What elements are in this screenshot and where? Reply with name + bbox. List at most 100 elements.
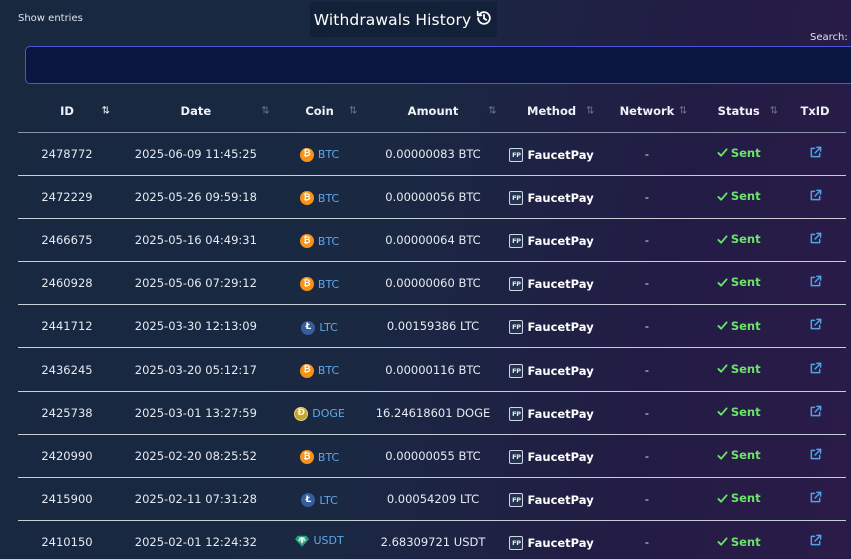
sort-icon[interactable]: ⇅ (770, 105, 779, 116)
cell-status: Sent (693, 218, 785, 263)
cell-network: - (600, 304, 694, 349)
coin-label: BTC (317, 148, 340, 162)
cell-date: 2025-02-01 12:24:32 (115, 520, 276, 559)
cell-txid (784, 261, 846, 306)
external-link-icon[interactable] (809, 534, 822, 550)
status-label: Sent (730, 318, 761, 333)
column-header-label: Coin (305, 103, 334, 118)
cell-method: FP FaucetPay (502, 261, 601, 306)
litecoin-icon: Ł (301, 493, 316, 508)
coin-label: LTC (319, 493, 338, 507)
coin-link[interactable]: ₿ BTC (299, 363, 339, 378)
table-row: 2472229 2025-05-26 09:59:18 ₿ BTC 0.00000056… (18, 175, 846, 219)
coin-link[interactable]: Ð DOGE (294, 406, 345, 421)
coin-label: LTC (319, 321, 338, 335)
cell-coin: ₿ BTC (275, 347, 364, 392)
external-link-icon[interactable] (809, 318, 822, 334)
table-row: 2460928 2025-05-06 07:29:12 ₿ BTC 0.00000060… (18, 261, 846, 306)
table-row: 2478772 2025-06-09 11:45:25 ₿ BTC 0.00000083… (18, 132, 846, 176)
external-link-icon[interactable] (809, 448, 822, 464)
column-header-network[interactable]: Network ⇅ (600, 90, 694, 133)
coin-link[interactable]: ₿ BTC (299, 234, 339, 249)
external-link-icon[interactable] (809, 232, 822, 248)
coin-link[interactable]: ₿ BTC (299, 191, 339, 206)
cell-amount: 0.00000055 BTC (363, 434, 503, 479)
coin-link[interactable]: Ł LTC (301, 320, 338, 335)
sort-desc-icon[interactable]: ⇅ (102, 105, 111, 116)
sort-icon[interactable]: ⇅ (261, 105, 270, 116)
cell-date: 2025-03-20 05:12:17 (115, 347, 276, 392)
cell-txid (784, 304, 846, 349)
coin-link[interactable]: ₿ BTC (299, 277, 340, 292)
cell-date: 2025-06-09 11:45:25 (115, 132, 276, 176)
sort-icon[interactable]: ⇅ (488, 105, 497, 116)
column-header-id[interactable]: ID ⇅ (18, 90, 116, 133)
method-label: FaucetPay (527, 320, 594, 335)
table-header-row: ID ⇅ Date ⇅ Coin ⇅ Amount ⇅ Method ⇅ Network ⇅… (18, 90, 846, 133)
bitcoin-icon: ₿ (299, 363, 314, 378)
cell-method: FP FaucetPay (502, 347, 601, 392)
cell-id: 2410150 (18, 520, 116, 559)
column-header-status[interactable]: Status ⇅ (693, 90, 785, 133)
external-link-icon[interactable] (809, 146, 822, 162)
column-header-label: Network (619, 103, 675, 118)
bitcoin-icon: ₿ (299, 450, 314, 465)
external-link-icon[interactable] (809, 405, 822, 421)
check-icon (717, 278, 728, 287)
column-header-coin[interactable]: Coin ⇅ (275, 90, 364, 133)
sort-icon[interactable]: ⇅ (586, 105, 595, 116)
status-badge: Sent (717, 146, 761, 160)
cell-method: FP FaucetPay (502, 304, 601, 349)
method-label: FaucetPay (527, 449, 594, 464)
method-label: FaucetPay (527, 493, 594, 508)
cell-date: 2025-05-06 07:29:12 (115, 261, 276, 306)
check-icon (717, 235, 728, 244)
faucetpay-icon: FP (509, 233, 524, 248)
status-badge: Sent (717, 448, 761, 462)
cell-coin: Ð DOGE (275, 391, 364, 435)
cell-status: Sent (693, 477, 785, 522)
method-label: FaucetPay (527, 147, 594, 162)
sort-icon[interactable]: ⇅ (679, 105, 688, 116)
column-header-date[interactable]: Date ⇅ (115, 90, 276, 133)
cell-coin: ₿ BTC (275, 218, 364, 263)
table-row: 2410150 2025-02-01 12:24:32 USDT 2.68309721… (18, 520, 846, 559)
cell-method: FP FaucetPay (502, 520, 601, 559)
cell-status: Sent (693, 434, 785, 479)
search-input[interactable] (25, 46, 851, 84)
status-label: Sent (730, 448, 761, 463)
external-link-icon[interactable] (809, 362, 822, 378)
cell-method: FP FaucetPay (502, 132, 601, 176)
column-header-amount[interactable]: Amount ⇅ (363, 90, 503, 133)
column-header-label: Status (717, 103, 760, 118)
coin-link[interactable]: ₿ BTC (299, 450, 339, 465)
cell-txid (784, 434, 846, 479)
faucetpay-icon: FP (509, 449, 524, 464)
column-header-txid[interactable]: TxID (784, 90, 846, 133)
cell-network: - (600, 218, 694, 263)
coin-link[interactable]: ₿ BTC (299, 147, 340, 162)
column-header-method[interactable]: Method ⇅ (502, 90, 601, 133)
status-label: Sent (730, 189, 761, 204)
table-row: 2436245 2025-03-20 05:12:17 ₿ BTC 0.00000116… (18, 347, 846, 392)
external-link-icon[interactable] (809, 491, 822, 507)
cell-date: 2025-03-30 12:13:09 (115, 304, 276, 349)
external-link-icon[interactable] (809, 189, 822, 205)
status-badge: Sent (717, 362, 761, 376)
coin-label: BTC (317, 277, 340, 291)
cell-id: 2436245 (18, 347, 116, 392)
page-title-text: Withdrawals History (313, 10, 472, 29)
faucetpay-icon: FP (509, 406, 524, 421)
coin-link[interactable]: Ł LTC (301, 493, 338, 508)
external-link-icon[interactable] (809, 275, 822, 291)
status-label: Sent (730, 491, 761, 506)
method-label: FaucetPay (527, 233, 594, 248)
bitcoin-icon: ₿ (299, 234, 314, 249)
cell-id: 2425738 (18, 391, 116, 435)
status-badge: Sent (717, 491, 761, 505)
status-badge: Sent (717, 405, 761, 419)
sort-icon[interactable]: ⇅ (349, 105, 358, 116)
cell-method: FP FaucetPay (502, 218, 601, 263)
coin-link[interactable]: USDT (295, 534, 344, 548)
table-row: 2441712 2025-03-30 12:13:09 Ł LTC 0.00159386… (18, 304, 846, 349)
